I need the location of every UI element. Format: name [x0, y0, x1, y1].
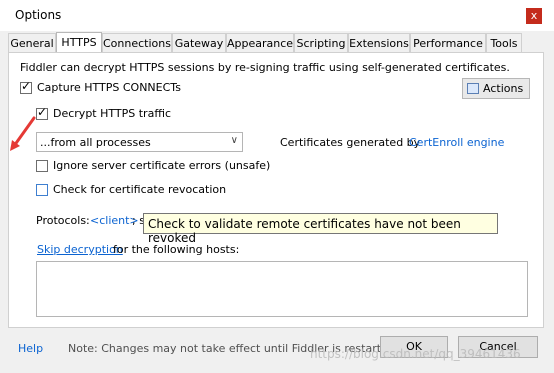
skip-decryption-link[interactable]: Skip decryption [37, 243, 123, 256]
tab-general[interactable]: General [8, 33, 56, 52]
capture-https-checkbox[interactable] [20, 79, 32, 94]
close-button[interactable]: x [526, 8, 542, 24]
revocation-tooltip: Check to validate remote certificates ha… [143, 213, 498, 245]
tooltip-text: Check to validate remote certificates ha… [148, 217, 461, 245]
process-filter-value: ...from all processes [40, 136, 151, 149]
watermark-text: https://blog.csdn.net/qq_39461436 [310, 347, 521, 361]
capture-https-label[interactable]: Capture HTTPS CONNECTs [37, 81, 181, 94]
process-filter-dropdown[interactable]: ...from all processes ∨ [36, 132, 243, 152]
actions-button-label: Actions [483, 82, 524, 95]
skip-hosts-textarea[interactable] [36, 261, 528, 317]
decrypt-https-label[interactable]: Decrypt HTTPS traffic [53, 107, 171, 120]
tab-performance[interactable]: Performance [410, 33, 486, 52]
cert-generated-text: Certificates generated by [280, 136, 421, 149]
intro-text: Fiddler can decrypt HTTPS sessions by re… [20, 61, 510, 74]
chevron-down-icon: ∨ [230, 135, 238, 146]
title-bar: Options x [0, 0, 554, 31]
options-dialog: Options x General HTTPS Connections Gate… [0, 0, 554, 373]
tab-scripting[interactable]: Scripting [294, 33, 348, 52]
skip-decryption-suffix: for the following hosts: [113, 243, 240, 256]
ignore-cert-errors-label[interactable]: Ignore server certificate errors (unsafe… [53, 159, 270, 172]
window-title: Options [15, 8, 62, 22]
tab-tools[interactable]: Tools [486, 33, 522, 52]
protocols-prefix: Protocols: [36, 214, 90, 227]
cert-revocation-label[interactable]: Check for certificate revocation [53, 183, 226, 196]
tab-https[interactable]: HTTPS [56, 32, 102, 53]
ignore-cert-errors-checkbox[interactable] [36, 160, 48, 172]
tab-appearance[interactable]: Appearance [226, 33, 294, 52]
actions-button[interactable]: Actions [462, 78, 530, 99]
tab-connections[interactable]: Connections [102, 33, 172, 52]
cert-revocation-checkbox[interactable] [36, 184, 48, 196]
help-link[interactable]: Help [18, 342, 43, 355]
cert-engine-link[interactable]: CertEnroll engine [409, 136, 504, 149]
tab-extensions[interactable]: Extensions [348, 33, 410, 52]
certificate-icon [467, 83, 479, 94]
tab-gateway[interactable]: Gateway [172, 33, 226, 52]
